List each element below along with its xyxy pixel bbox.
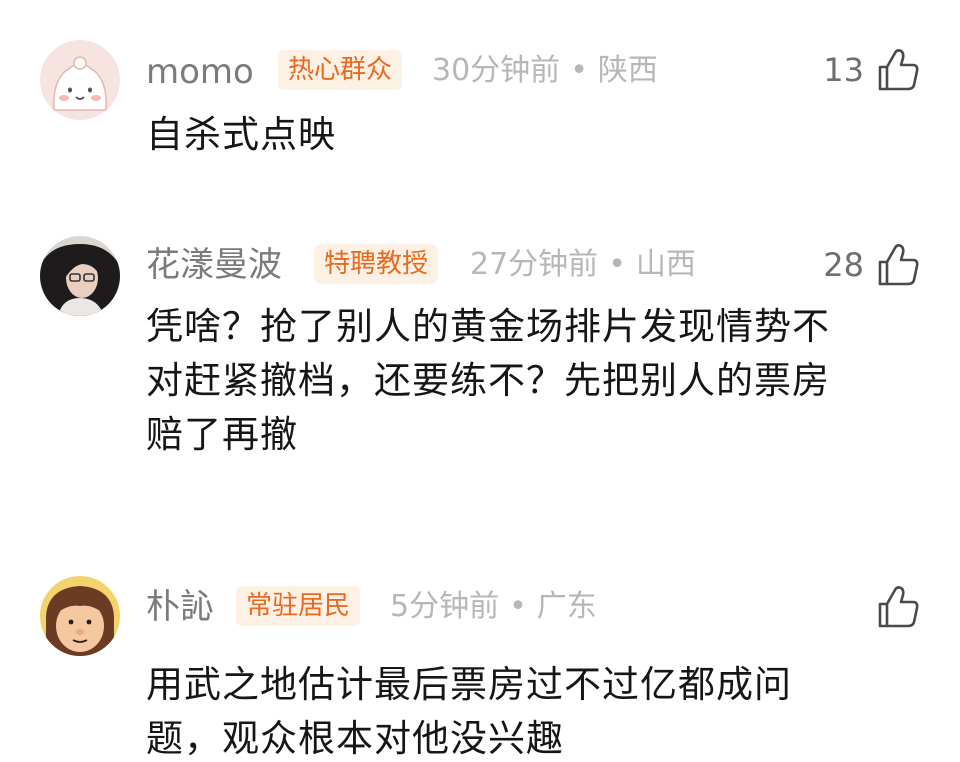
like-count: 13 <box>823 51 864 89</box>
like-count: 28 <box>823 246 864 284</box>
comment-meta: 5分钟前 • 广东 <box>390 592 597 622</box>
comment-text: 凭啥？抢了别人的黄金场排片发现情势不 对赶紧撤档，还要练不？先把别人的票房 赔了… <box>146 305 830 456</box>
comment-item: 朴訫 常驻居民 5分钟前 • 广东 用武之地估计最后票房过不过亿都成问 题，观众根本… <box>0 530 960 762</box>
meta-separator: • <box>570 53 588 88</box>
photo-avatar-icon <box>40 236 120 316</box>
avatar[interactable] <box>40 576 120 656</box>
cartoon-face-avatar-icon <box>40 576 120 656</box>
comment-text: 用武之地估计最后票房过不过亿都成问 题，观众根本对他没兴趣 <box>146 663 792 760</box>
comment-location: 广东 <box>536 589 597 624</box>
thumbs-up-icon[interactable] <box>876 242 920 288</box>
like-button[interactable] <box>864 582 920 632</box>
username[interactable]: momo <box>146 55 254 89</box>
comment-list: momo 热心群众 30分钟前 • 陕西 13 自杀式点映 花漾曼波 特聘教授 … <box>0 0 960 762</box>
comment-meta: 30分钟前 • 陕西 <box>432 56 658 86</box>
thumbs-up-icon[interactable] <box>876 584 920 630</box>
like-button[interactable]: 13 <box>823 45 920 95</box>
username[interactable]: 朴訫 <box>146 590 214 624</box>
thumbs-up-icon[interactable] <box>876 47 920 93</box>
avatar[interactable] <box>40 236 120 316</box>
username[interactable]: 花漾曼波 <box>146 248 282 282</box>
user-level-badge: 热心群众 <box>278 50 403 90</box>
comment-location: 山西 <box>635 247 696 282</box>
comment-meta: 27分钟前 • 山西 <box>470 250 696 280</box>
comment-text: 自杀式点映 <box>146 113 336 156</box>
meta-separator: • <box>608 247 626 282</box>
user-level-badge: 常驻居民 <box>236 586 361 626</box>
comment-time: 30分钟前 <box>432 53 561 88</box>
like-button[interactable]: 28 <box>823 240 920 290</box>
avatar[interactable] <box>40 40 120 120</box>
comment-time: 5分钟前 <box>390 589 500 624</box>
comment-location: 陕西 <box>597 53 658 88</box>
user-level-badge: 特聘教授 <box>314 244 439 284</box>
comment-time: 27分钟前 <box>470 247 599 282</box>
cartoon-blob-avatar-icon <box>40 40 120 120</box>
meta-separator: • <box>509 589 527 624</box>
comment-item: 花漾曼波 特聘教授 27分钟前 • 山西 28 凭啥？抢了别人的黄金场排片发现情势不… <box>0 200 960 530</box>
comment-item: momo 热心群众 30分钟前 • 陕西 13 自杀式点映 <box>0 0 960 200</box>
